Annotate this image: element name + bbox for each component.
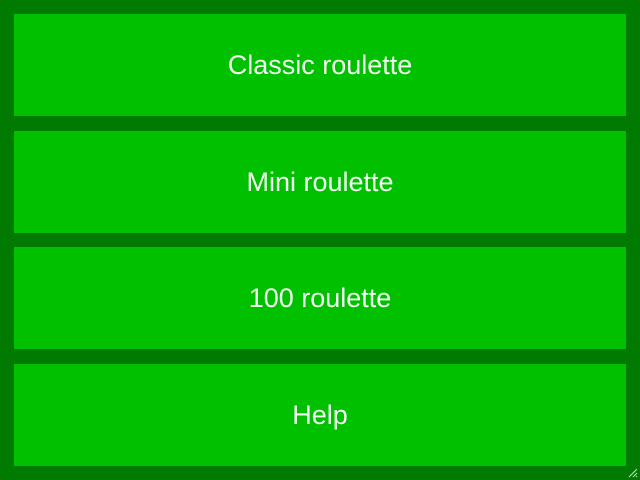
100-roulette-label: 100 roulette <box>248 282 392 313</box>
classic-roulette-button[interactable]: Classic roulette <box>14 14 626 116</box>
mini-roulette-label: Mini roulette <box>246 166 394 197</box>
help-label: Help <box>292 399 348 430</box>
main-menu-window: Classic roulette Mini roulette 100 roule… <box>0 0 640 480</box>
resize-grip-icon[interactable] <box>626 466 638 478</box>
classic-roulette-label: Classic roulette <box>227 49 413 80</box>
help-button[interactable]: Help <box>14 364 626 466</box>
mini-roulette-button[interactable]: Mini roulette <box>14 131 626 233</box>
100-roulette-button[interactable]: 100 roulette <box>14 247 626 349</box>
